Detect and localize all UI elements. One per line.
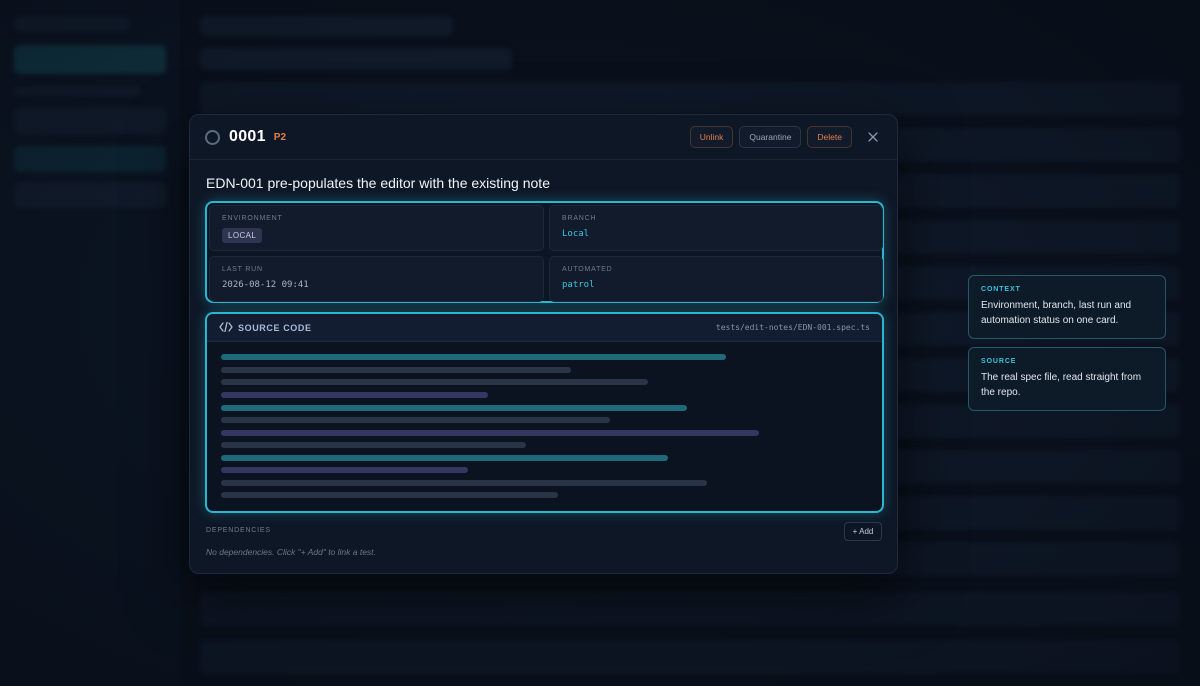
source-file-path[interactable]: tests/edit-notes/EDN-001.spec.ts xyxy=(716,323,870,332)
branch-label: BRANCH xyxy=(562,215,597,222)
branch-value: Local xyxy=(562,229,590,239)
code-line xyxy=(221,417,610,423)
code-line xyxy=(221,455,668,461)
environment-value: LOCAL xyxy=(222,228,263,243)
callout-text: The real spec file, read straight from t… xyxy=(981,372,1142,398)
header-actions: Unlink Quarantine Delete xyxy=(689,126,882,148)
close-icon[interactable] xyxy=(864,128,882,146)
callout-label: SOURCE xyxy=(981,358,1017,365)
code-line xyxy=(221,492,558,498)
test-title: EDN-001 pre-populates the editor with th… xyxy=(206,175,550,191)
last-run-cell: LAST RUN 2026-08-12 09:41 xyxy=(209,256,544,302)
code-line xyxy=(221,354,726,360)
code-line xyxy=(221,367,571,373)
code-line xyxy=(221,430,759,436)
unlink-button[interactable]: Unlink xyxy=(689,126,734,148)
source-code-title: SOURCE CODE xyxy=(238,322,312,333)
callout-label: CONTEXT xyxy=(981,286,1021,293)
status-circle-icon[interactable] xyxy=(205,129,220,145)
modal-header: 0001 P2 Unlink Quarantine Delete xyxy=(190,115,897,160)
code-brackets-icon xyxy=(219,319,233,337)
dependencies-empty-text: No dependencies. Click "+ Add" to link a… xyxy=(206,547,376,557)
source-code-header: SOURCE CODE tests/edit-notes/EDN-001.spe… xyxy=(207,314,882,342)
environment-label: ENVIRONMENT xyxy=(222,215,283,222)
code-line xyxy=(221,379,648,385)
delete-button[interactable]: Delete xyxy=(807,126,852,148)
environment-cell: ENVIRONMENT LOCAL xyxy=(209,205,544,251)
test-detail-modal: 0001 P2 Unlink Quarantine Delete EDN-001… xyxy=(189,114,898,574)
last-run-value: 2026-08-12 09:41 xyxy=(222,280,309,290)
source-code-body xyxy=(207,342,882,511)
context-card: ENVIRONMENT LOCAL BRANCH Local LAST RUN … xyxy=(205,201,884,303)
ticket-id: 0001 xyxy=(229,128,266,145)
quarantine-button[interactable]: Quarantine xyxy=(739,126,802,148)
last-run-label: LAST RUN xyxy=(222,266,263,273)
branch-cell: BRANCH Local xyxy=(549,205,883,251)
source-callout: SOURCE The real spec file, read straight… xyxy=(968,347,1166,411)
add-dependency-button[interactable]: + Add xyxy=(844,522,882,541)
code-line xyxy=(221,480,707,486)
priority-badge: P2 xyxy=(273,131,287,143)
context-callout: CONTEXT Environment, branch, last run an… xyxy=(968,275,1166,339)
automated-cell: AUTOMATED patrol xyxy=(549,256,883,302)
automated-value: patrol xyxy=(562,280,595,290)
code-line xyxy=(221,405,687,411)
automated-label: AUTOMATED xyxy=(562,266,613,273)
code-line xyxy=(221,442,526,448)
source-code-card: SOURCE CODE tests/edit-notes/EDN-001.spe… xyxy=(205,312,884,513)
code-line xyxy=(221,392,488,398)
callout-text: Environment, branch, last run and automa… xyxy=(981,300,1132,326)
dependencies-label: DEPENDENCIES xyxy=(206,527,271,534)
code-line xyxy=(221,467,468,473)
